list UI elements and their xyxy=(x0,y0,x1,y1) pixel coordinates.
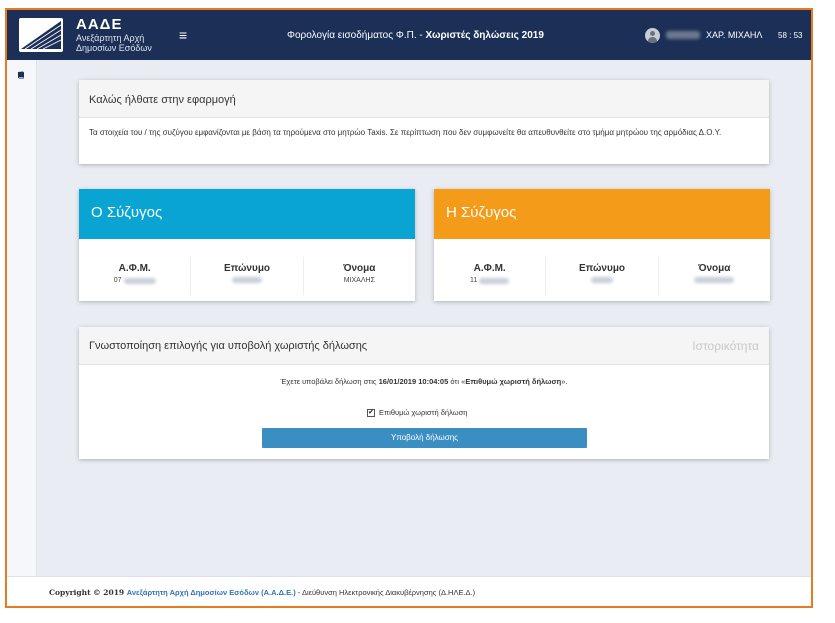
top-navigation-bar: ΑΑΔΕ Ανεξάρτητη Αρχή Δημοσίων Εσόδων ≡ Φ… xyxy=(7,10,811,60)
afm-label: Α.Φ.Μ. xyxy=(473,263,506,274)
name-value: ΜΙΧΑΛΗΣ xyxy=(343,277,375,284)
app-title: Φορολογία εισοδήματος Φ.Π. - Χωριστές δη… xyxy=(287,30,544,41)
message-choice: Επιθυμώ χωριστή δήλωση xyxy=(465,377,562,386)
user-menu[interactable]: ΧΑΡ. ΜΙΧΑΗΛ xyxy=(645,26,762,44)
session-timer: 58 : 53 xyxy=(778,31,803,40)
book-icon[interactable] xyxy=(17,71,25,79)
checkbox-label[interactable]: Επιθυμώ χωριστή δήλωση xyxy=(379,408,467,417)
redacted-afm xyxy=(479,277,510,284)
submit-declaration-button[interactable]: Υποβολή δήλωσης xyxy=(262,428,587,448)
aade-link[interactable]: Ανεξάρτητη Αρχή Δημοσίων Εσόδων (Α.Α.Δ.Ε… xyxy=(127,588,296,597)
hamburger-menu-icon[interactable]: ≡ xyxy=(179,27,187,43)
welcome-text: Τα στοιχεία του / της συζύγου εμφανίζοντ… xyxy=(89,128,722,137)
surname-label: Επώνυμο xyxy=(223,263,271,274)
brand-title: ΑΑΔΕ xyxy=(76,16,123,33)
wife-title: Η Σύζυγος xyxy=(434,189,770,239)
redacted-surname xyxy=(231,277,262,283)
surname-label: Επώνυμο xyxy=(578,263,626,274)
message-prefix: Έχετε υποβάλει δήλωση στις xyxy=(280,377,379,386)
message-suffix: ». xyxy=(561,377,568,386)
brand-subtitle-line2: Δημοσίων Εσόδων xyxy=(76,43,152,53)
redacted-user-id xyxy=(666,31,700,39)
separate-declaration-checkbox[interactable]: ✔ xyxy=(367,408,375,417)
submission-message: Έχετε υποβάλει δήλωση στις 16/01/2019 10… xyxy=(79,377,769,386)
husband-afm: Α.Φ.Μ. 07 xyxy=(79,257,192,295)
copyright: Copyright © 2019 xyxy=(49,588,127,597)
footer: Copyright © 2019 Ανεξάρτητη Αρχή Δημοσίω… xyxy=(7,576,811,606)
separate-declaration-option: ✔ Επιθυμώ χωριστή δήλωση xyxy=(367,408,467,417)
husband-card: Ο Σύζυγος Α.Φ.Μ. 07 Επώνυμο Όνομα ΜΙΧΑΛΗ… xyxy=(79,189,415,301)
history-link[interactable]: Ιστορικότητα xyxy=(692,339,759,353)
afm-prefix: 07 xyxy=(113,277,122,284)
brand-subtitle-line1: Ανεξάρτητη Αρχή xyxy=(76,33,145,43)
app-frame: ΑΑΔΕ Ανεξάρτητη Αρχή Δημοσίων Εσόδων ≡ Φ… xyxy=(5,8,813,608)
welcome-title: Καλώς ήλθατε στην εφαρμογή xyxy=(79,80,769,118)
user-name: ΧΑΡ. ΜΙΧΑΗΛ xyxy=(706,30,763,40)
separate-declaration-panel: Γνωστοποίηση επιλογής για υποβολή χωριστ… xyxy=(79,327,769,459)
app-title-bold: Χωριστές δηλώσεις 2019 xyxy=(425,30,544,41)
redacted-name xyxy=(694,277,735,283)
wife-card: Η Σύζυγος Α.Φ.Μ. 11 Επώνυμο Όνομα xyxy=(434,189,770,301)
app-title-prefix: Φορολογία εισοδήματος Φ.Π. - xyxy=(287,30,426,41)
redacted-surname xyxy=(590,277,613,283)
husband-name: Όνομα ΜΙΧΑΛΗΣ xyxy=(304,257,415,295)
aade-logo-icon[interactable] xyxy=(19,18,63,52)
redacted-afm xyxy=(123,277,156,284)
welcome-panel: Καλώς ήλθατε στην εφαρμογή Τα στοιχεία τ… xyxy=(79,80,769,164)
name-label: Όνομα xyxy=(698,263,731,274)
user-avatar-icon xyxy=(645,27,660,43)
message-date: 16/01/2019 10:04:05 xyxy=(378,377,449,386)
wife-afm: Α.Φ.Μ. 11 xyxy=(434,257,547,295)
sidebar xyxy=(7,60,37,576)
wife-surname: Επώνυμο xyxy=(546,257,659,295)
name-label: Όνομα xyxy=(343,263,376,274)
husband-surname: Επώνυμο xyxy=(191,257,304,295)
afm-label: Α.Φ.Μ. xyxy=(118,263,151,274)
wife-name: Όνομα xyxy=(659,257,770,295)
brand: ΑΑΔΕ Ανεξάρτητη Αρχή Δημοσίων Εσόδων xyxy=(76,16,152,53)
notification-title: Γνωστοποίηση επιλογής για υποβολή χωριστ… xyxy=(89,340,368,352)
husband-title: Ο Σύζυγος xyxy=(79,189,415,239)
footer-dept: - Διεύθυνση Ηλεκτρονικής Διακυβέρνησης (… xyxy=(295,588,476,597)
message-middle: ότι « xyxy=(448,377,466,386)
afm-prefix: 11 xyxy=(470,277,478,284)
